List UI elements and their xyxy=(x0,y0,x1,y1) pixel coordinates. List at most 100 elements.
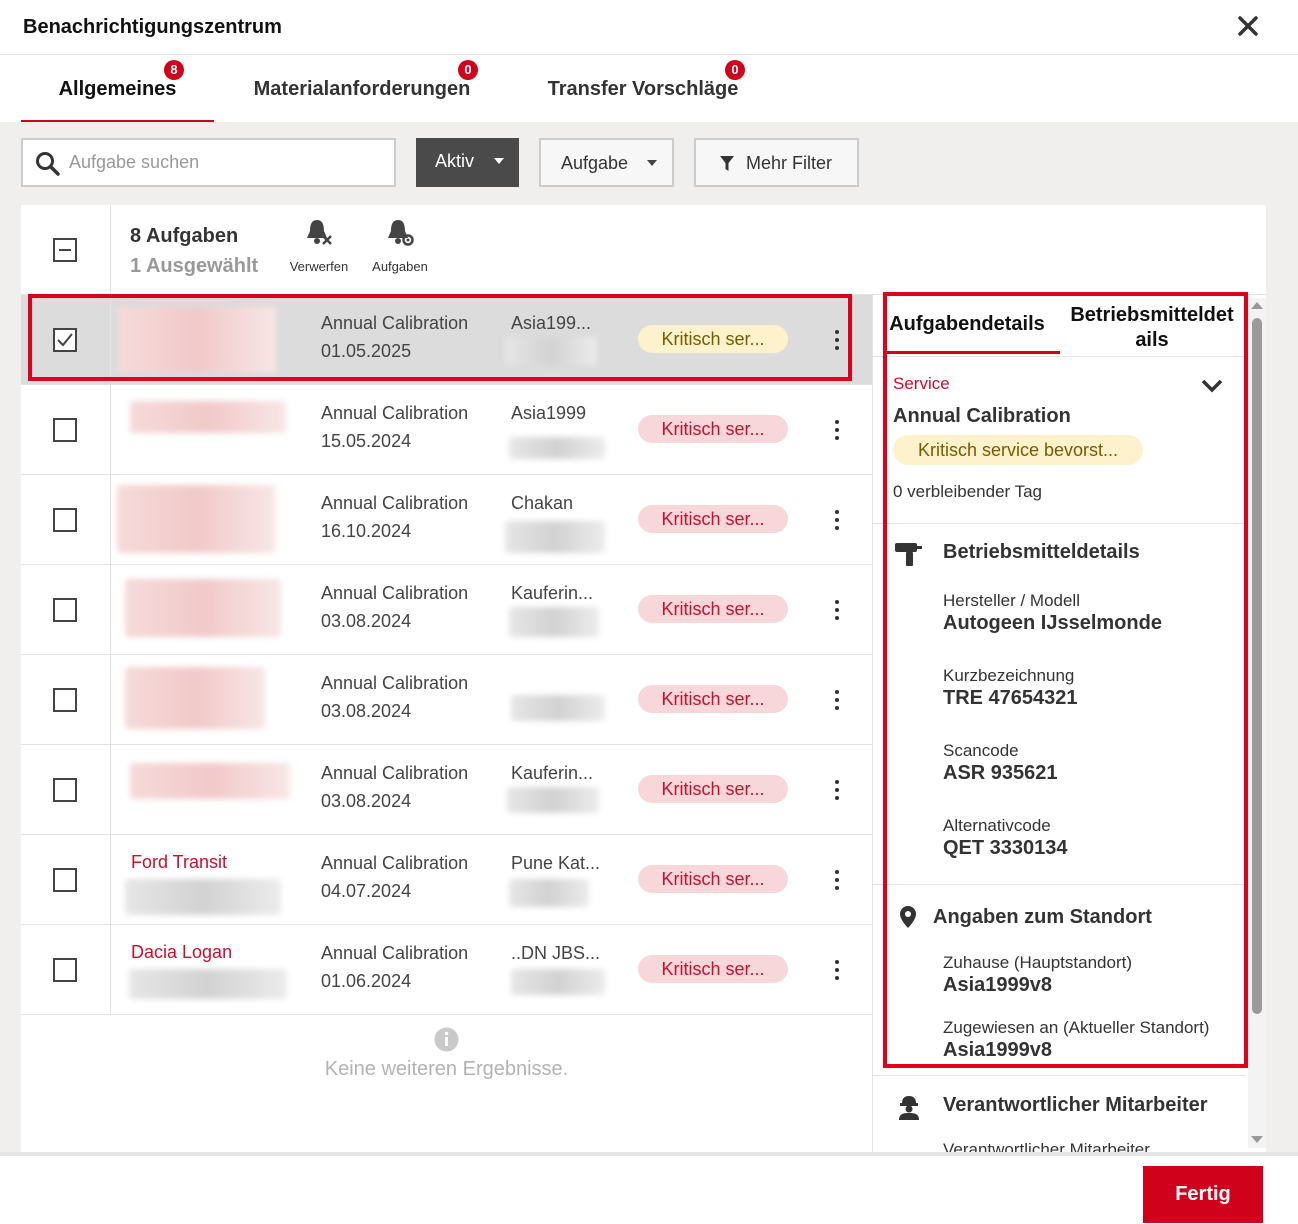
chevron-down-icon[interactable] xyxy=(1200,378,1224,394)
redacted-asset-image xyxy=(130,763,290,799)
table-row[interactable]: Annual Calibration 03.08.2024 Kritisch ser… xyxy=(21,655,872,745)
tab-materialanforderungen[interactable]: Materialanforderungen 0 xyxy=(232,56,492,122)
tab-allgemeines[interactable]: Allgemeines 8 xyxy=(21,56,214,122)
row-checkbox[interactable] xyxy=(53,418,77,442)
home-location-value: Asia1999v8 xyxy=(943,974,1052,996)
table-row[interactable]: Annual Calibration 16.10.2024 Chakan Kritis… xyxy=(21,475,872,565)
table-row[interactable]: Annual Calibration 03.08.2024 Kauferin... K… xyxy=(21,565,872,655)
more-options-icon[interactable] xyxy=(833,418,841,442)
checkbox-column-divider xyxy=(110,205,111,1015)
search-input[interactable] xyxy=(69,150,379,174)
task-location: Asia1999 xyxy=(511,403,587,423)
redacted-asset-image xyxy=(118,307,276,373)
tab-label: Transfer Vorschläge xyxy=(547,78,739,100)
table-row[interactable]: Annual Calibration 03.08.2024 Kauferin... K… xyxy=(21,745,872,835)
more-filters-label: Mehr Filter xyxy=(746,153,833,173)
redacted-location-detail xyxy=(509,607,599,637)
caret-down-icon xyxy=(494,158,504,164)
status-badge: Kritisch ser... xyxy=(638,505,788,533)
assigned-location-value: Asia1999v8 xyxy=(943,1039,1052,1061)
tab-transfer-vorschlaege[interactable]: Transfer Vorschläge 0 xyxy=(530,56,756,122)
task-location: Chakan xyxy=(511,493,574,513)
row-checkbox[interactable] xyxy=(53,508,77,532)
table-row[interactable]: Annual Calibration 01.05.2025 Asia199... Kr… xyxy=(21,295,872,385)
task-location: ..DN JBS... xyxy=(511,943,601,963)
tab-asset-details[interactable]: Betriebsmitteldet ails xyxy=(1062,303,1242,353)
redacted-asset-image xyxy=(125,579,281,637)
table-row[interactable]: Annual Calibration 15.05.2024 Asia1999 Krit… xyxy=(21,385,872,475)
more-options-icon[interactable] xyxy=(833,508,841,532)
more-options-icon[interactable] xyxy=(833,778,841,802)
dialog-title: Benachrichtigungszentrum xyxy=(23,16,282,38)
scroll-up-icon[interactable] xyxy=(1251,302,1263,309)
no-more-results: Keine weiteren Ergebnisse. xyxy=(324,1058,569,1080)
location-pin-icon xyxy=(900,906,916,928)
more-options-icon[interactable] xyxy=(833,328,841,352)
caret-down-icon xyxy=(647,160,657,166)
status-badge: Kritisch ser... xyxy=(638,775,788,803)
asset-name-link[interactable]: Dacia Logan xyxy=(131,942,232,963)
status-badge: Kritisch ser... xyxy=(638,415,788,443)
tasks-action[interactable]: Aufgaben xyxy=(367,217,433,277)
worker-icon xyxy=(899,1096,919,1120)
divider xyxy=(872,884,1246,885)
check-icon xyxy=(57,333,73,347)
more-options-icon[interactable] xyxy=(833,958,841,982)
status-badge: Kritisch ser... xyxy=(638,955,788,983)
close-icon[interactable] xyxy=(1236,14,1260,38)
alt-code-value: QET 3330134 xyxy=(943,837,1068,859)
task-name: Annual Calibration xyxy=(321,313,469,333)
row-checkbox[interactable] xyxy=(53,778,77,802)
responsible-label-clip: Verantwortlicher Mitarbeiter xyxy=(943,1140,1150,1152)
dismiss-action[interactable]: Verwerfen xyxy=(286,217,352,277)
tab-task-details[interactable]: Aufgabendetails xyxy=(882,313,1052,336)
more-options-icon[interactable] xyxy=(833,868,841,892)
status-filter-button[interactable]: Aktiv xyxy=(416,138,519,187)
type-filter-button[interactable]: Aufgabe xyxy=(539,138,674,187)
scroll-down-icon[interactable] xyxy=(1251,1136,1263,1143)
row-checkbox[interactable] xyxy=(53,868,77,892)
scrollbar-thumb[interactable] xyxy=(1252,318,1262,1014)
redacted-location-detail xyxy=(509,437,605,459)
task-due-date: 01.05.2025 xyxy=(321,341,412,361)
redacted-asset-image xyxy=(125,879,281,915)
task-due-date: 15.05.2024 xyxy=(321,431,412,451)
redacted-location-detail xyxy=(511,695,605,721)
tab-label: Materialanforderungen xyxy=(253,78,471,100)
more-options-icon[interactable] xyxy=(833,688,841,712)
redacted-location-detail xyxy=(511,969,605,995)
more-options-icon[interactable] xyxy=(833,598,841,622)
more-filters-button[interactable]: Mehr Filter xyxy=(694,138,859,187)
task-name: Annual Calibration xyxy=(321,493,469,513)
select-all-checkbox[interactable] xyxy=(53,238,77,262)
scancode-label: Scancode xyxy=(943,741,1019,760)
row-checkbox[interactable] xyxy=(53,958,77,982)
row-checkbox[interactable] xyxy=(53,688,77,712)
info-icon xyxy=(434,1027,459,1052)
task-name: Annual Calibration xyxy=(321,763,469,783)
table-row[interactable]: Ford Transit Annual Calibration 04.07.2024… xyxy=(21,835,872,925)
table-row[interactable]: Dacia Logan Annual Calibration 01.06.2024.… xyxy=(21,925,872,1015)
done-button[interactable]: Fertig xyxy=(1143,1166,1263,1223)
task-name: Annual Calibration xyxy=(321,673,469,693)
task-location: Pune Kat... xyxy=(511,853,601,873)
row-checkbox[interactable] xyxy=(53,598,77,622)
redacted-asset-image xyxy=(125,667,265,729)
asset-name-link[interactable]: Ford Transit xyxy=(131,852,227,873)
dismiss-label: Verwerfen xyxy=(289,259,349,274)
divider xyxy=(872,1075,1246,1076)
status-filter-label: Aktiv xyxy=(435,151,475,171)
task-due-date: 03.08.2024 xyxy=(321,701,412,721)
task-due-date: 04.07.2024 xyxy=(321,881,412,901)
active-tab-indicator xyxy=(887,351,1060,354)
type-filter-label: Aufgabe xyxy=(561,153,629,173)
search-box[interactable] xyxy=(21,138,396,187)
divider xyxy=(872,523,1246,524)
task-name: Annual Calibration xyxy=(321,403,469,423)
row-checkbox[interactable] xyxy=(53,328,77,352)
redacted-location-detail xyxy=(509,879,589,907)
bell-settings-icon xyxy=(388,220,414,246)
task-name: Annual Calibration xyxy=(321,583,469,603)
redacted-location-detail xyxy=(507,787,599,813)
tab-label: Allgemeines xyxy=(58,78,177,100)
